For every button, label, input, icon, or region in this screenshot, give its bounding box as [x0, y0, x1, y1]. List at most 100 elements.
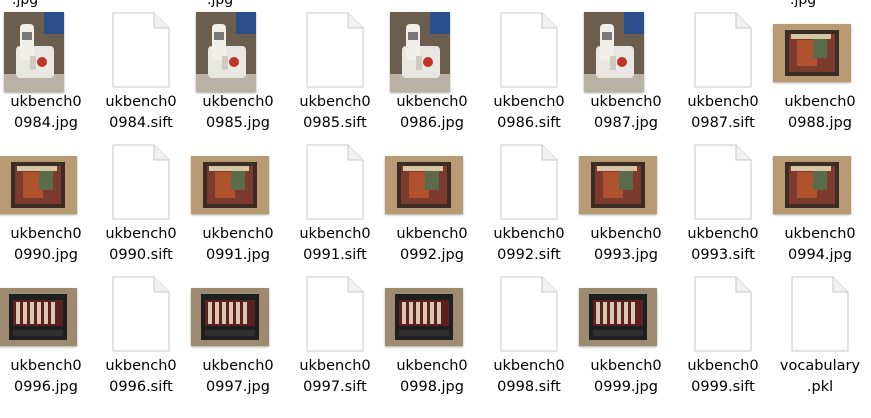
file-name-line-1: ukbench0 [299, 94, 371, 110]
file-name-line-1: ukbench0 [299, 358, 371, 374]
file-name: ukbench0 0992.jpg [386, 224, 478, 266]
file-item[interactable]: ukbench0 0996.sift [95, 270, 187, 398]
image-thumbnail [0, 6, 92, 92]
file-item[interactable]: ukbench0 0987.jpg [580, 6, 672, 134]
file-name-line-1: ukbench0 [10, 358, 82, 374]
file-page-icon [500, 144, 558, 220]
file-name-line-2: 0984.sift [109, 115, 173, 131]
file-item[interactable]: ukbench0 0985.sift [289, 6, 381, 134]
file-item[interactable]: ukbench0 0994.jpg [773, 138, 866, 266]
file-item[interactable]: ukbench0 0986.jpg [386, 6, 478, 134]
file-name: ukbench0 0999.sift [677, 356, 769, 398]
file-item[interactable]: ukbench0 0992.sift [483, 138, 575, 266]
file-name-line-1: ukbench0 [784, 94, 856, 110]
file-item[interactable]: ukbench0 0996.jpg [0, 270, 92, 398]
file-name: ukbench0 0994.jpg [774, 224, 866, 266]
file-name-line-2: 0996.sift [109, 379, 173, 395]
photo-preview [773, 156, 851, 214]
file-item[interactable]: ukbench0 0993.jpg [579, 138, 672, 266]
file-item[interactable]: ukbench0 0991.sift [289, 138, 381, 266]
file-name-line-1: ukbench0 [202, 94, 274, 110]
image-thumbnail [0, 270, 92, 356]
file-item[interactable]: ukbench0 0992.jpg [385, 138, 478, 266]
file-item[interactable]: ukbench0 0990.sift [95, 138, 187, 266]
file-name-line-2: 0986.jpg [400, 115, 464, 131]
file-page-icon [694, 144, 752, 220]
file-item[interactable]: ukbench0 0985.jpg [192, 6, 284, 134]
file-item[interactable]: ukbench0 0999.jpg [579, 270, 672, 398]
photo-preview [385, 156, 463, 214]
file-page-icon [500, 12, 558, 88]
file-item[interactable]: ukbench0 0984.jpg [0, 6, 92, 134]
photo-preview [0, 156, 77, 214]
file-item[interactable]: ukbench0 0997.jpg [191, 270, 284, 398]
file-page-icon [112, 144, 170, 220]
file-name: ukbench0 0987.sift [677, 92, 769, 134]
file-item[interactable]: ukbench0 0987.sift [677, 6, 769, 134]
document-file-icon [483, 138, 575, 224]
file-name: ukbench0 0987.jpg [580, 92, 672, 134]
file-name-line-2: 0997.sift [303, 379, 367, 395]
file-name: ukbench0 0991.sift [289, 224, 381, 266]
file-name-line-1: ukbench0 [590, 226, 662, 242]
file-name-line-2: 0987.jpg [594, 115, 658, 131]
file-name-line-2: 0999.sift [691, 379, 755, 395]
file-item[interactable]: ukbench0 0998.sift [483, 270, 575, 398]
file-name-line-1: ukbench0 [396, 226, 468, 242]
file-page-icon [112, 12, 170, 88]
file-name-line-2: 0985.sift [303, 115, 367, 131]
file-item[interactable]: ukbench0 0984.sift [95, 6, 187, 134]
photo-preview [579, 156, 657, 214]
photo-preview [385, 288, 463, 346]
document-file-icon [95, 6, 187, 92]
photo-preview [191, 288, 269, 346]
photo-preview [0, 288, 77, 346]
file-item[interactable]: ukbench0 0986.sift [483, 6, 575, 134]
file-item[interactable]: ukbench0 0997.sift [289, 270, 381, 398]
file-name: ukbench0 0993.jpg [580, 224, 672, 266]
file-item[interactable]: ukbench0 0988.jpg [773, 6, 866, 134]
file-item[interactable]: ukbench0 0998.jpg [385, 270, 478, 398]
photo-preview [390, 12, 450, 92]
photo-preview [191, 156, 269, 214]
file-name-line-2: 0991.jpg [206, 247, 270, 263]
file-name: ukbench0 0984.sift [95, 92, 187, 134]
file-item[interactable]: ukbench0 0993.sift [677, 138, 769, 266]
file-name: vocabulary .pkl [774, 356, 866, 398]
file-item[interactable]: ukbench0 0999.sift [677, 270, 769, 398]
image-thumbnail [192, 6, 284, 92]
file-page-icon [306, 12, 364, 88]
file-name: ukbench0 0985.jpg [192, 92, 284, 134]
file-name: ukbench0 0999.jpg [580, 356, 672, 398]
file-name-line-2: 0985.jpg [206, 115, 270, 131]
file-name-line-1: vocabulary [779, 358, 861, 374]
file-item[interactable]: vocabulary .pkl [774, 270, 866, 398]
file-name-line-2: 0997.jpg [206, 379, 270, 395]
file-name: ukbench0 0990.jpg [0, 224, 92, 266]
document-file-icon [289, 270, 381, 356]
image-thumbnail [773, 138, 866, 224]
file-name: ukbench0 0998.sift [483, 356, 575, 398]
image-thumbnail [191, 270, 284, 356]
file-name-line-1: ukbench0 [105, 94, 177, 110]
file-page-icon [791, 276, 849, 352]
file-name-line-1: ukbench0 [10, 94, 82, 110]
file-name: ukbench0 0993.sift [677, 224, 769, 266]
file-name: ukbench0 0990.sift [95, 224, 187, 266]
document-file-icon [289, 138, 381, 224]
file-name: ukbench0 0986.jpg [386, 92, 478, 134]
image-thumbnail [579, 138, 672, 224]
image-thumbnail [0, 138, 92, 224]
file-name-line-2: 0998.sift [497, 379, 561, 395]
file-name: ukbench0 0988.jpg [774, 92, 866, 134]
image-thumbnail [385, 270, 478, 356]
document-file-icon [289, 6, 381, 92]
file-item[interactable]: ukbench0 0991.jpg [191, 138, 284, 266]
document-file-icon [483, 270, 575, 356]
image-thumbnail [580, 6, 672, 92]
file-name-line-2: 0986.sift [497, 115, 561, 131]
file-name-line-2: 0993.sift [691, 247, 755, 263]
file-item[interactable]: ukbench0 0990.jpg [0, 138, 92, 266]
file-name: ukbench0 0996.sift [95, 356, 187, 398]
file-name-line-2: 0988.jpg [788, 115, 852, 131]
